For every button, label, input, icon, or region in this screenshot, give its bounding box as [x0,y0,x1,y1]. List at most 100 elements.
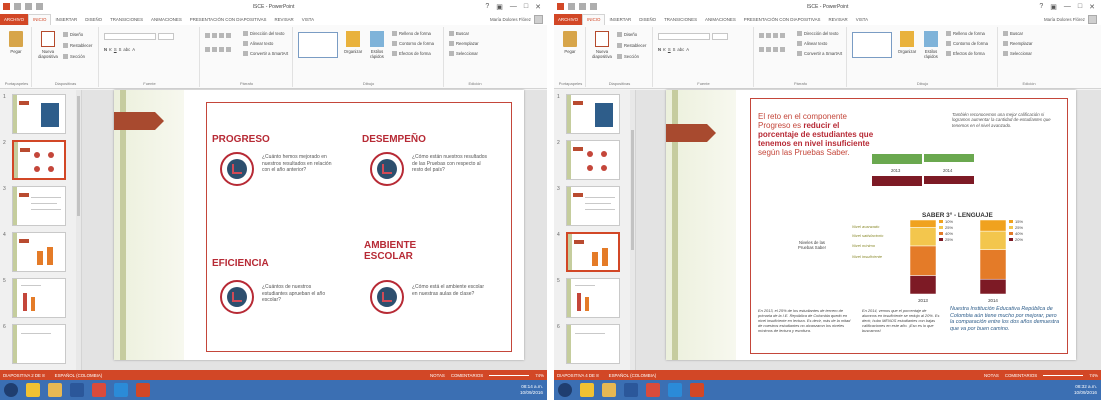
font-name-select[interactable] [658,33,710,40]
ribbon-display-button[interactable]: ▣ [496,3,503,11]
align-buttons[interactable] [205,47,231,52]
reset-button[interactable]: Restablecer [617,43,646,48]
thumbnail-slide-2[interactable]: 2 [2,140,76,184]
bullets-buttons[interactable] [205,33,231,38]
smartart-button[interactable]: Convertir a SmartArt [243,51,288,56]
media-player-icon[interactable] [114,383,128,397]
thumbnail-slide-2[interactable]: 2 [556,140,630,184]
reset-button[interactable]: Restablecer [63,43,92,48]
zoom-slider[interactable] [489,374,530,376]
thumbnail-slide-1[interactable]: 1 [556,94,630,138]
close-button[interactable]: ✕ [1089,3,1095,11]
word-icon[interactable] [70,383,84,397]
thumbnails-scrollbar[interactable] [76,90,81,370]
help-button[interactable]: ? [485,3,489,11]
ribbon-display-button[interactable]: ▣ [1050,3,1057,11]
shape-effects-button[interactable]: Efectos de forma [392,51,431,56]
thumbnail-slide-4[interactable]: 4 [556,232,630,276]
thumbnail-slide-3[interactable]: 3 [556,186,630,230]
replace-button[interactable]: Reemplazar [1003,41,1033,46]
tab-transiciones[interactable]: TRANSICIONES [106,14,147,25]
tab-presentacion[interactable]: PRESENTACIÓN CON DIAPOSITIVAS [740,14,825,25]
tab-revisar[interactable]: REVISAR [270,14,297,25]
arrange-button[interactable]: Organizar [896,31,918,54]
system-clock[interactable]: 08:14 a.m. 10/09/2016 [520,384,543,396]
help-button[interactable]: ? [1039,3,1043,11]
section-button[interactable]: Sección [63,54,85,59]
new-slide-button[interactable]: Nueva diapositiva [590,31,614,59]
paste-button[interactable]: Pegar [561,31,579,54]
shape-outline-button[interactable]: Contorno de forma [946,41,988,46]
zoom-level[interactable]: 74% [535,373,544,378]
file-explorer-icon[interactable] [48,383,62,397]
zoom-slider[interactable] [1043,374,1084,376]
chrome-icon[interactable] [646,383,660,397]
thumbnail-slide-4[interactable]: 4 [2,232,76,276]
system-clock[interactable]: 08:32 a.m. 10/09/2016 [1074,384,1097,396]
thumbnail-slide-1[interactable]: 1 [2,94,76,138]
bullets-buttons[interactable] [759,33,785,38]
font-size-select[interactable] [712,33,728,40]
shape-fill-button[interactable]: Relleno de forma [946,31,985,36]
internet-explorer-icon[interactable] [580,383,594,397]
start-button-icon[interactable] [4,383,18,397]
tab-diseno[interactable]: DISEÑO [81,14,106,25]
tab-animaciones[interactable]: ANIMACIONES [147,14,186,25]
language-indicator[interactable]: ESPAÑOL (COLOMBIA) [609,373,657,378]
font-format-buttons[interactable]: N K S Sabc A [104,47,135,52]
tab-animaciones[interactable]: ANIMACIONES [701,14,740,25]
tab-archivo[interactable]: ARCHIVO [554,14,583,25]
select-button[interactable]: Seleccionar [1003,51,1032,56]
zoom-level[interactable]: 74% [1089,373,1098,378]
tab-presentacion[interactable]: PRESENTACIÓN CON DIAPOSITIVAS [186,14,271,25]
internet-explorer-icon[interactable] [26,383,40,397]
thumbnails-scrollbar[interactable] [630,90,635,370]
tab-inicio[interactable]: INICIO [28,14,52,25]
new-slide-button[interactable]: Nueva diapositiva [36,31,60,59]
quick-styles-button[interactable]: Estilos rápidos [366,31,388,59]
tab-vista[interactable]: VISTA [852,14,872,25]
align-buttons[interactable] [759,47,785,52]
replace-button[interactable]: Reemplazar [449,41,479,46]
tab-inicio[interactable]: INICIO [582,14,606,25]
chrome-icon[interactable] [92,383,106,397]
start-button-icon[interactable] [558,383,572,397]
align-text-button[interactable]: Alinear texto [797,41,827,46]
smartart-button[interactable]: Convertir a SmartArt [797,51,842,56]
shape-outline-button[interactable]: Contorno de forma [392,41,434,46]
layout-button[interactable]: Diseño [63,32,83,37]
user-account[interactable]: María Dolores Flórez [1044,15,1101,24]
shape-effects-button[interactable]: Efectos de forma [946,51,985,56]
tab-vista[interactable]: VISTA [298,14,318,25]
font-name-select[interactable] [104,33,156,40]
user-account[interactable]: María Dolores Flórez [490,15,547,24]
maximize-button[interactable]: □ [524,3,528,11]
paste-button[interactable]: Pegar [7,31,25,54]
tab-insertar[interactable]: INSERTAR [51,14,81,25]
comments-button[interactable]: COMENTARIOS [1005,373,1037,378]
section-button[interactable]: Sección [617,54,639,59]
thumbnail-slide-3[interactable]: 3 [2,186,76,230]
tab-insertar[interactable]: INSERTAR [605,14,635,25]
word-icon[interactable] [624,383,638,397]
powerpoint-taskbar-icon[interactable] [136,383,150,397]
notes-button[interactable]: NOTAS [984,373,999,378]
quick-styles-button[interactable]: Estilos rápidos [920,31,942,59]
tab-revisar[interactable]: REVISAR [824,14,851,25]
thumbnail-slide-6[interactable]: 6 [2,324,76,368]
tab-transiciones[interactable]: TRANSICIONES [660,14,701,25]
layout-button[interactable]: Diseño [617,32,637,37]
shape-fill-button[interactable]: Relleno de forma [392,31,431,36]
slide-canvas[interactable]: PROGRESO ¿Cuánto hemos mejorado en nuest… [114,90,524,360]
maximize-button[interactable]: □ [1078,3,1082,11]
find-button[interactable]: Buscar [1003,31,1023,36]
thumbnail-slide-5[interactable]: 5 [2,278,76,322]
comments-button[interactable]: COMENTARIOS [451,373,483,378]
select-button[interactable]: Seleccionar [449,51,478,56]
font-format-buttons[interactable]: N K S Sabc A [658,47,689,52]
shapes-gallery[interactable] [852,32,892,58]
font-size-select[interactable] [158,33,174,40]
text-direction-button[interactable]: Dirección del texto [797,31,838,36]
close-button[interactable]: ✕ [535,3,541,11]
align-text-button[interactable]: Alinear texto [243,41,273,46]
